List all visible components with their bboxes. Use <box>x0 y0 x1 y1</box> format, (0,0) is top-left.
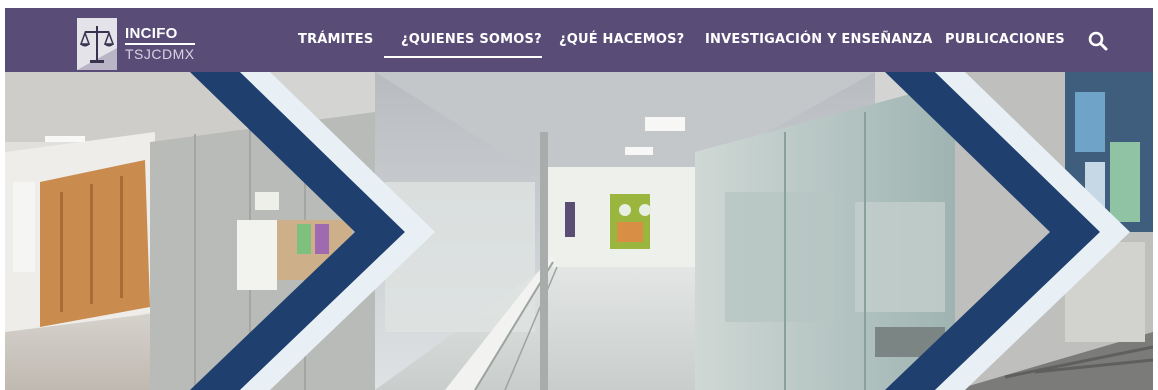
top-navbar: INCIFO TSJCDMX TRÁMITES ¿QUIENES SOMOS? … <box>5 8 1153 72</box>
search-button[interactable] <box>1087 30 1109 52</box>
active-nav-underline <box>384 56 542 58</box>
scales-of-justice-icon <box>77 18 117 70</box>
nav-publicaciones[interactable]: PUBLICACIONES <box>945 32 1065 47</box>
nav-quienes-somos[interactable]: ¿QUIENES SOMOS? <box>401 32 542 47</box>
brand-subtitle: TSJCDMX <box>125 46 195 62</box>
search-icon <box>1088 31 1108 51</box>
building-interior-photo <box>5 72 1153 390</box>
nav-investigacion-ensenanza[interactable]: INVESTIGACIÓN Y ENSEÑANZA <box>705 32 933 47</box>
brand-name: INCIFO <box>125 25 195 45</box>
hero-banner <box>5 72 1153 390</box>
site-logo[interactable]: INCIFO TSJCDMX <box>77 18 195 70</box>
nav-tramites[interactable]: TRÁMITES <box>298 32 373 47</box>
nav-que-hacemos[interactable]: ¿QUÉ HACEMOS? <box>559 32 684 47</box>
